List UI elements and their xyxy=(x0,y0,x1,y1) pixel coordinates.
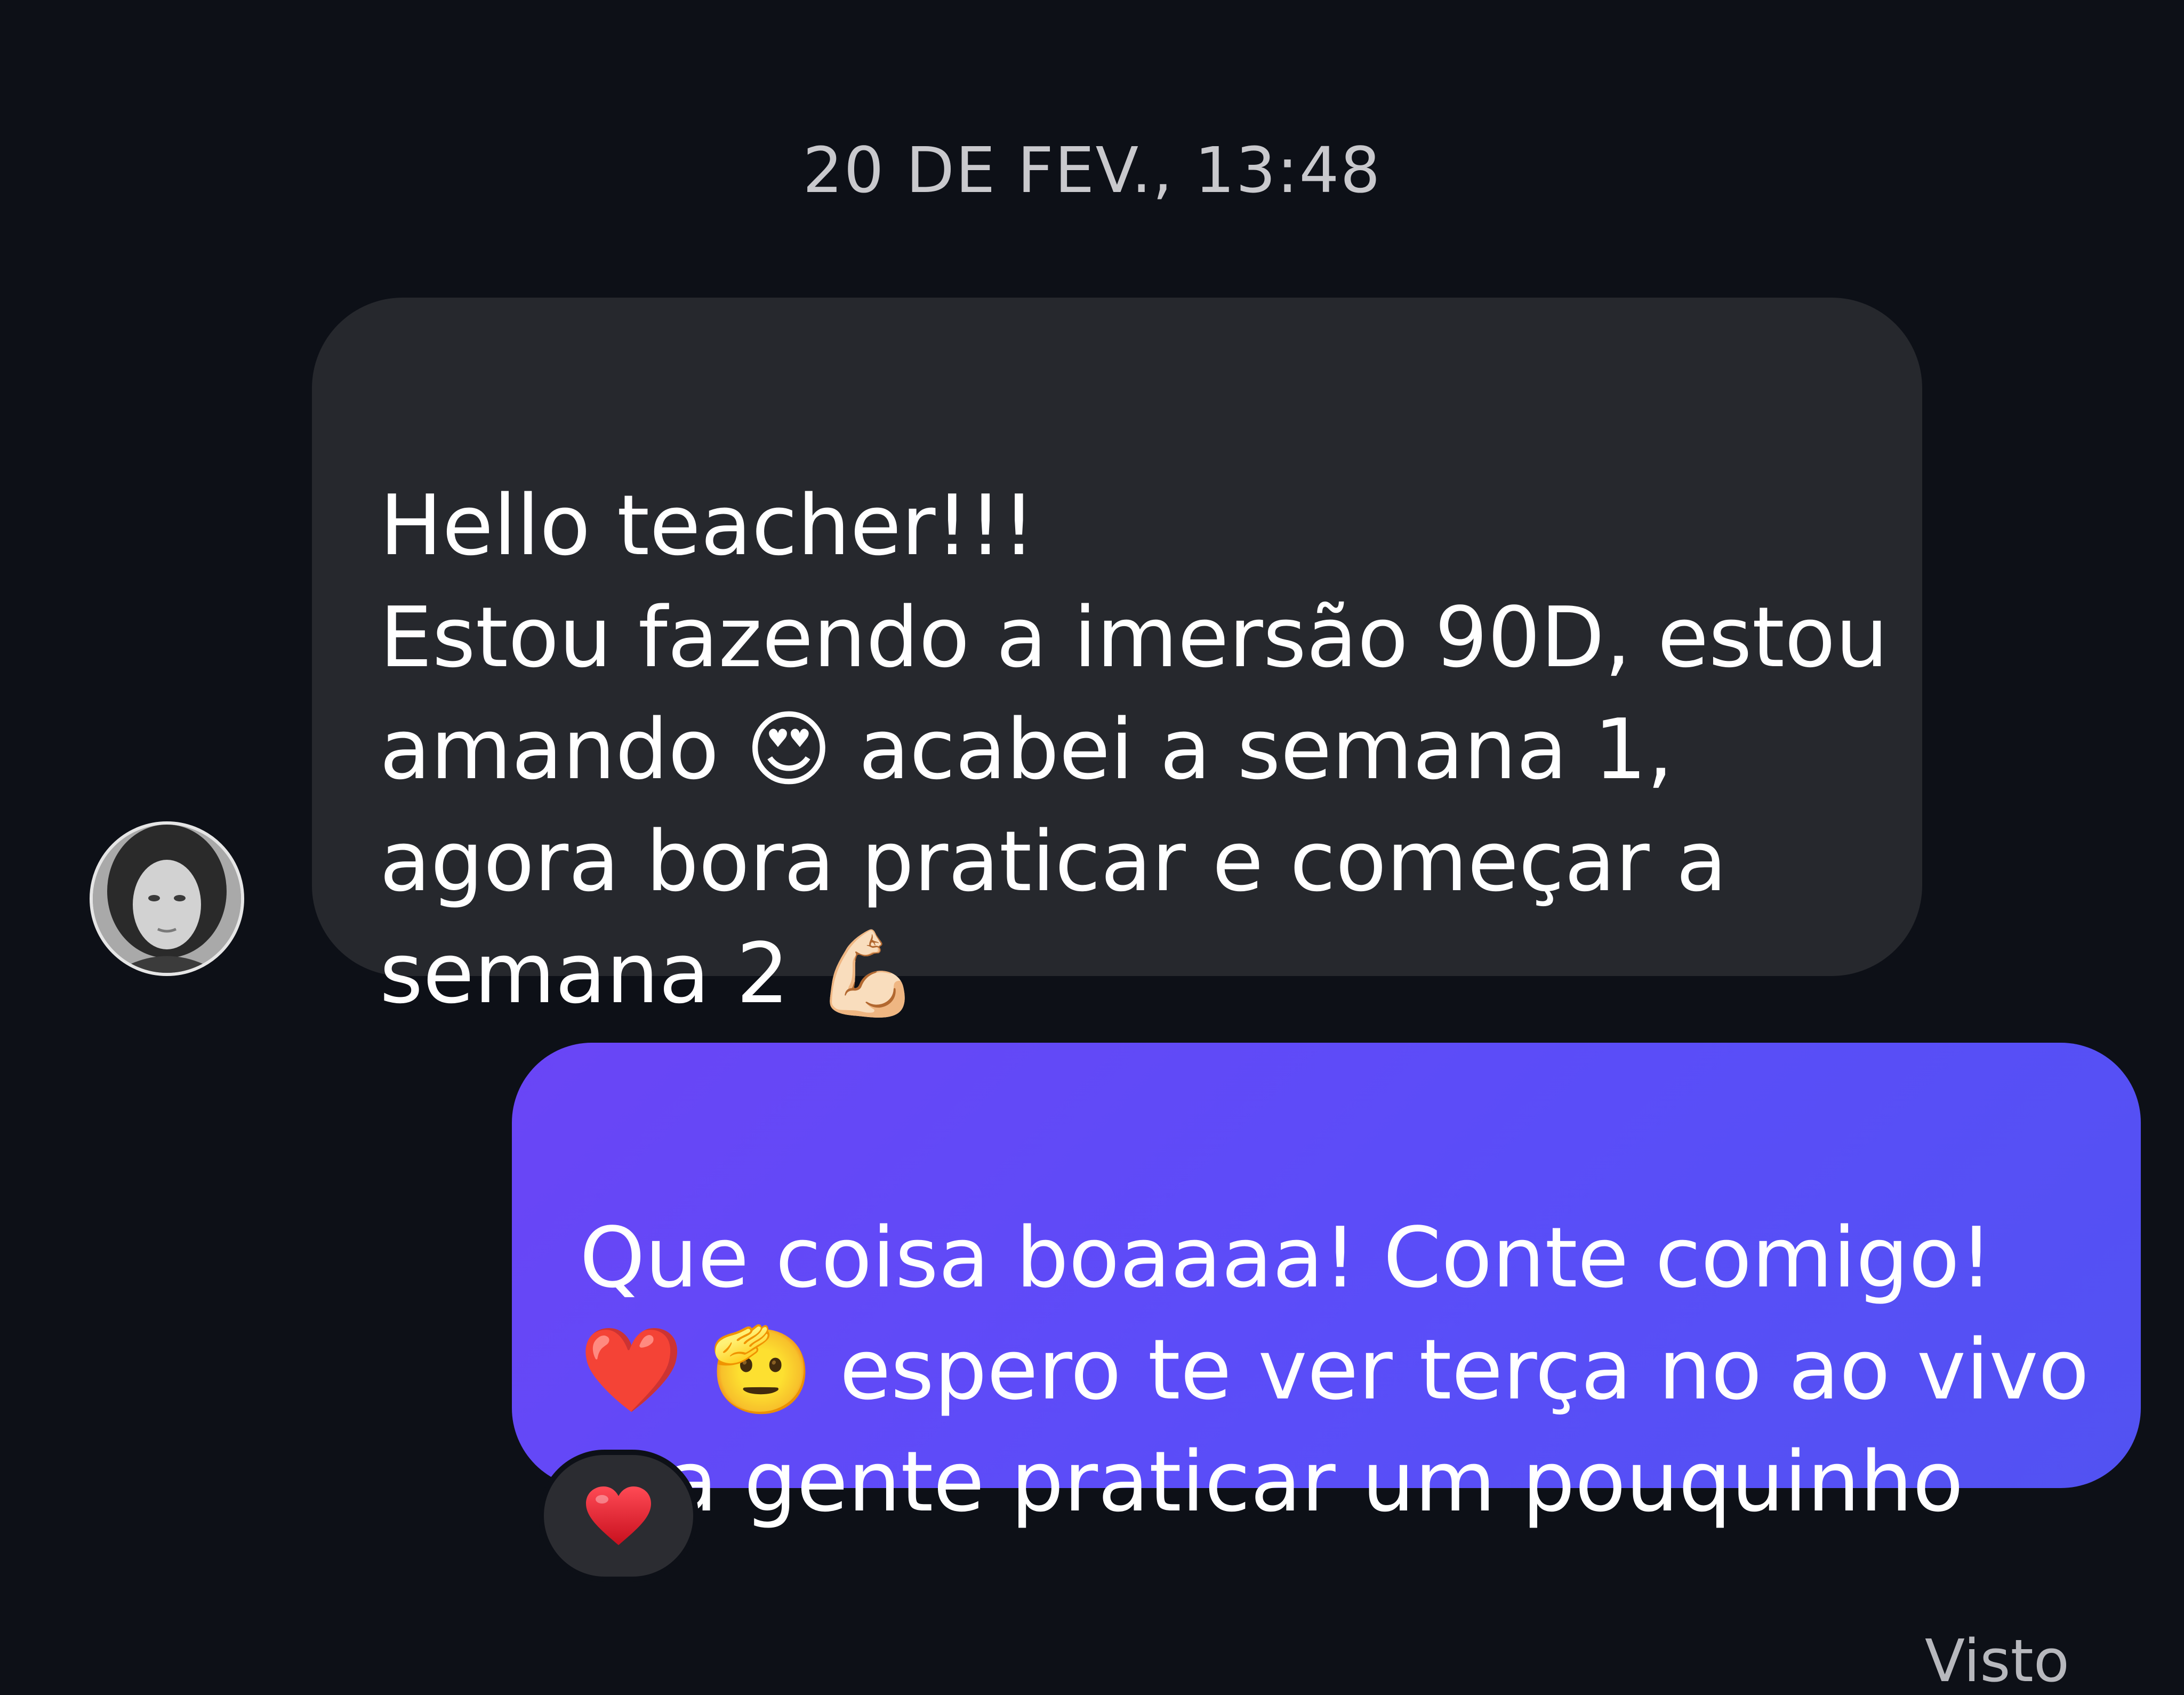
received-message-text: Hello teacher!!! Estou fazendo a imersão… xyxy=(380,477,1889,1022)
avatar-photo-icon xyxy=(93,825,241,973)
read-receipt: Visto xyxy=(1924,1627,2069,1695)
avatar[interactable] xyxy=(90,821,244,976)
heart-icon xyxy=(586,1486,651,1545)
sent-message-text: Que coisa boaaaa! Conte comigo! ❤️ 🫡 esp… xyxy=(580,1209,2090,1530)
sent-message-bubble[interactable]: Que coisa boaaaa! Conte comigo! ❤️ 🫡 esp… xyxy=(512,1043,2141,1530)
received-message-bubble[interactable]: Hello teacher!!! Estou fazendo a imersão… xyxy=(312,298,1922,1022)
message-reaction[interactable] xyxy=(539,1450,698,1582)
message-timestamp: 20 DE FEV., 13:48 xyxy=(802,133,1382,207)
